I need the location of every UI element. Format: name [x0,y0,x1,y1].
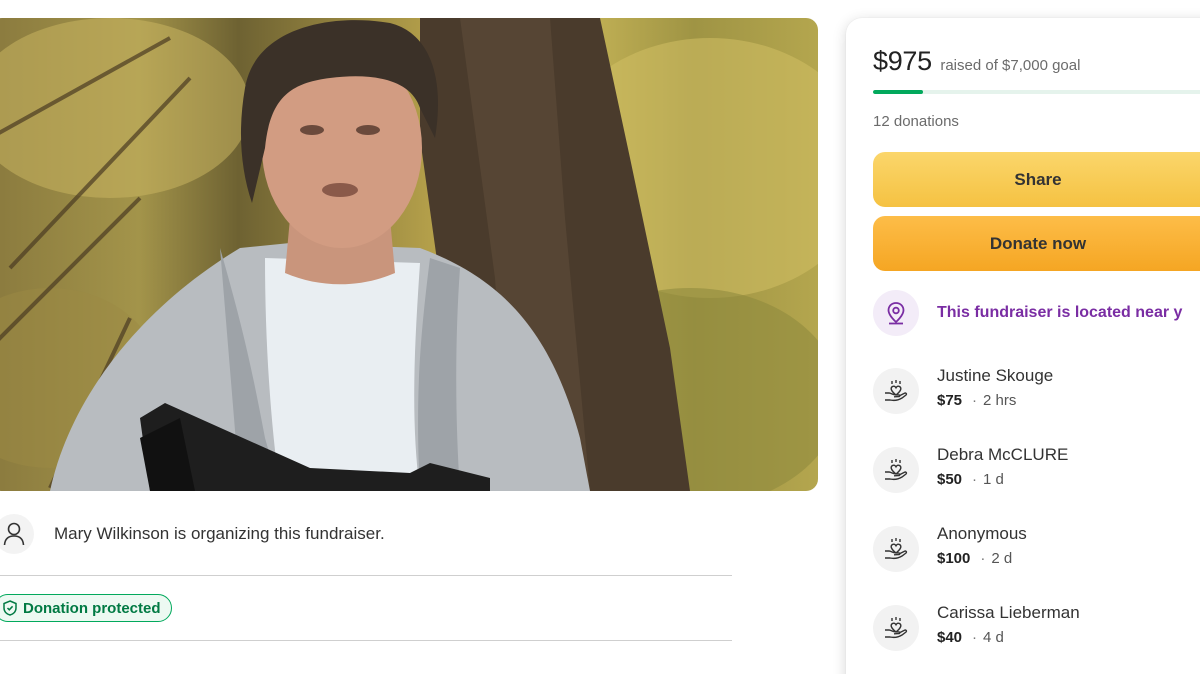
donation-heart-hand-icon [873,368,919,414]
shield-icon [3,600,17,616]
donation-amount: $75 [937,392,963,409]
separator-dot: · [972,392,978,409]
donation-item: Carissa Lieberman $40 · 4 d [873,603,1080,651]
donation-protected-badge[interactable]: Donation protected [0,594,172,622]
location-text: This fundraiser is located near y [937,304,1183,321]
user-icon [3,522,25,546]
donation-amount: $100 [937,550,971,567]
donation-time: 1 d [983,471,1004,488]
donation-heart-hand-icon [873,447,919,493]
location-pin-icon [873,290,919,336]
donation-time: 2 hrs [983,392,1017,409]
donation-amount: $50 [937,471,963,488]
donation-count: 12 donations [873,113,959,130]
donation-time: 4 d [983,629,1004,646]
avatar [0,514,34,554]
donate-now-button[interactable]: Donate now [873,216,1200,271]
donation-heart-hand-icon [873,605,919,651]
progress-bar [873,90,1200,94]
donor-name: Debra McCLURE [937,445,1069,464]
separator-dot: · [972,629,978,646]
donor-name: Anonymous [937,524,1027,543]
goal-text: raised of $7,000 goal [940,57,1081,74]
donor-name: Carissa Lieberman [937,603,1080,622]
location-notice[interactable]: This fundraiser is located near y [873,290,1182,336]
donation-item: Anonymous $100 · 2 d [873,524,1027,572]
divider [0,575,732,576]
donation-item: Debra McCLURE $50 · 1 d [873,445,1068,493]
donation-amount: $40 [937,629,963,646]
donor-name: Justine Skouge [937,366,1054,385]
fundraiser-photo [0,18,818,491]
raised-amount: $975 [873,46,932,76]
progress-fill [873,90,924,94]
donation-item: Justine Skouge $75 · 2 hrs [873,366,1053,414]
donate-label: Donate now [989,233,1087,253]
donation-protected-label: Donation protected [23,599,161,617]
photo-illustration [0,18,818,491]
share-button[interactable]: Share [873,152,1200,207]
separator-dot: · [972,471,978,488]
donation-heart-hand-icon [873,526,919,572]
organizer-row: Mary Wilkinson is organizing this fundra… [0,512,385,556]
organizer-text: Mary Wilkinson is organizing this fundra… [54,524,385,543]
donation-time: 2 d [991,550,1013,567]
donation-card: $975 raised of $7,000 goal 12 donations … [846,18,1200,674]
raised-summary: $975 raised of $7,000 goal [873,46,1080,77]
separator-dot: · [980,550,986,567]
divider [0,640,732,641]
share-label: Share [1014,169,1062,189]
